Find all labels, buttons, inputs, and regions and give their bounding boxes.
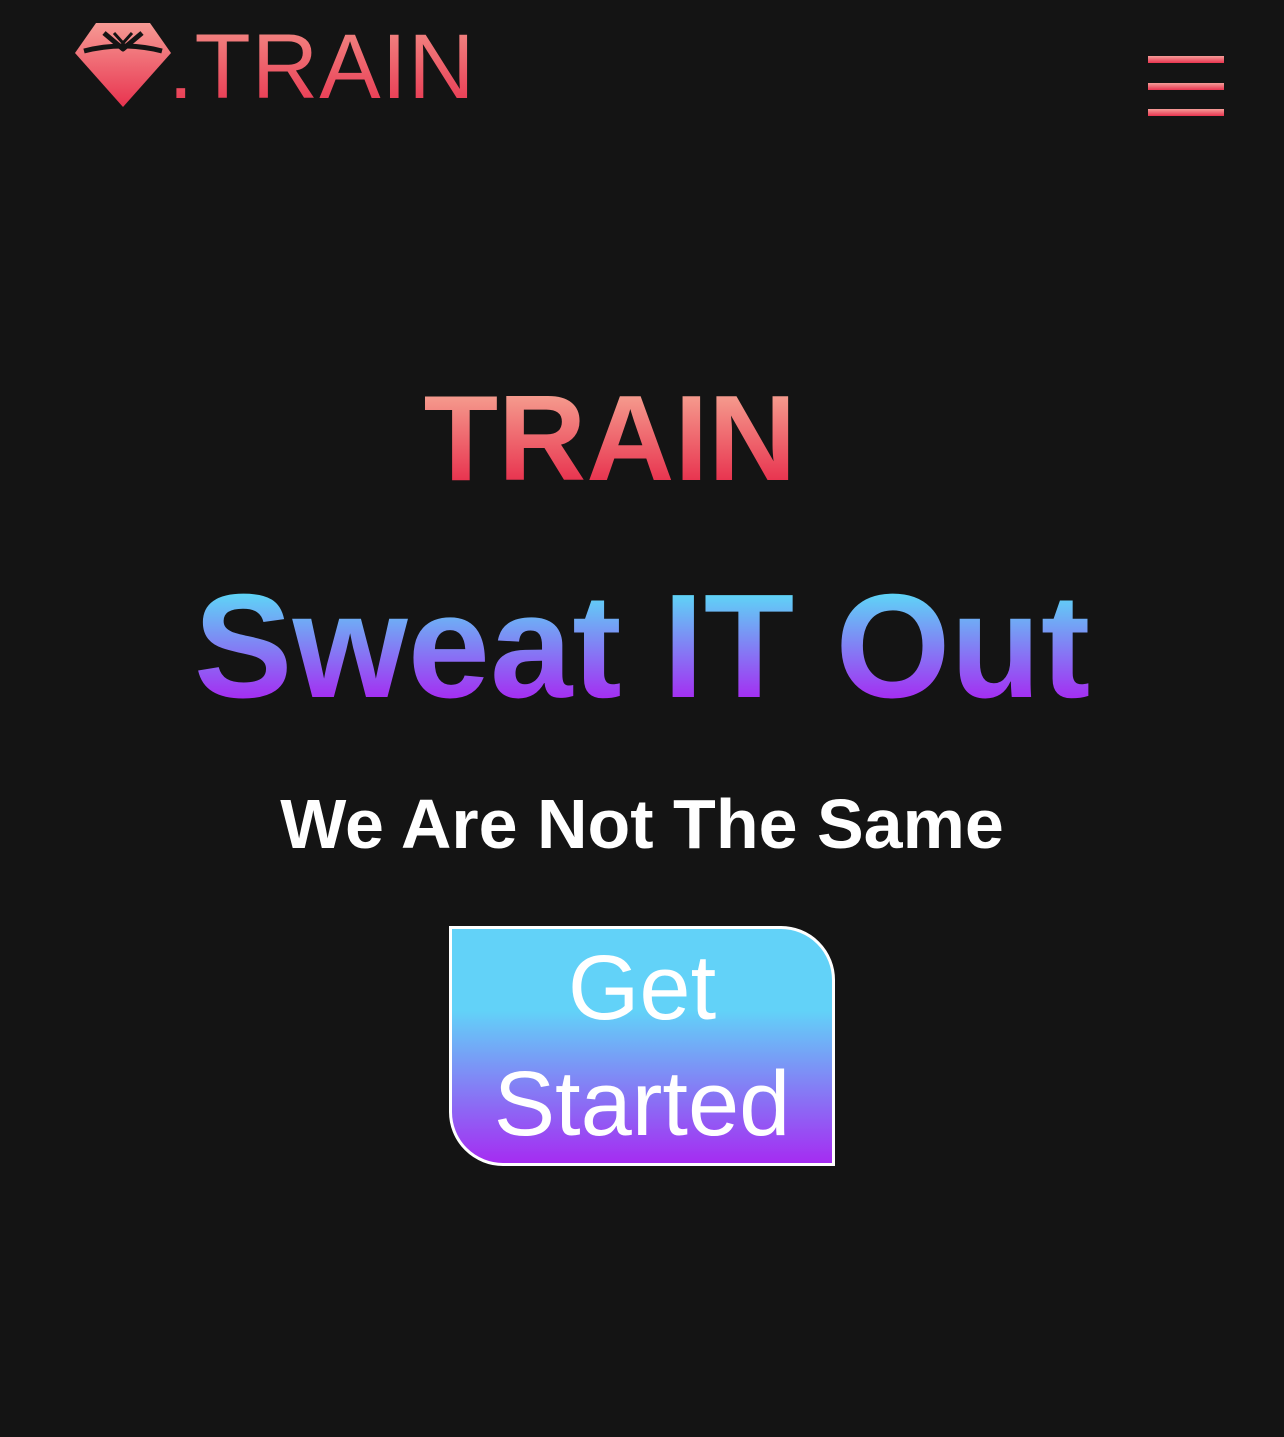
logo[interactable]: .TRAIN [74,16,476,118]
hero-tagline: We Are Not The Same [280,785,1004,863]
hero-headline: Sweat IT Out [0,572,1284,722]
logo-text: .TRAIN [168,16,476,118]
diamond-icon [75,23,171,107]
brand-title: TRAIN [0,376,1220,500]
menu-bar-middle [1148,83,1224,90]
site-header: .TRAIN [0,0,1284,140]
hamburger-menu-icon[interactable] [1148,56,1224,118]
menu-bar-top [1148,56,1224,63]
get-started-button[interactable]: Get Started [449,926,835,1166]
get-started-label: Get Started [493,937,791,1155]
menu-bar-bottom [1148,109,1224,116]
